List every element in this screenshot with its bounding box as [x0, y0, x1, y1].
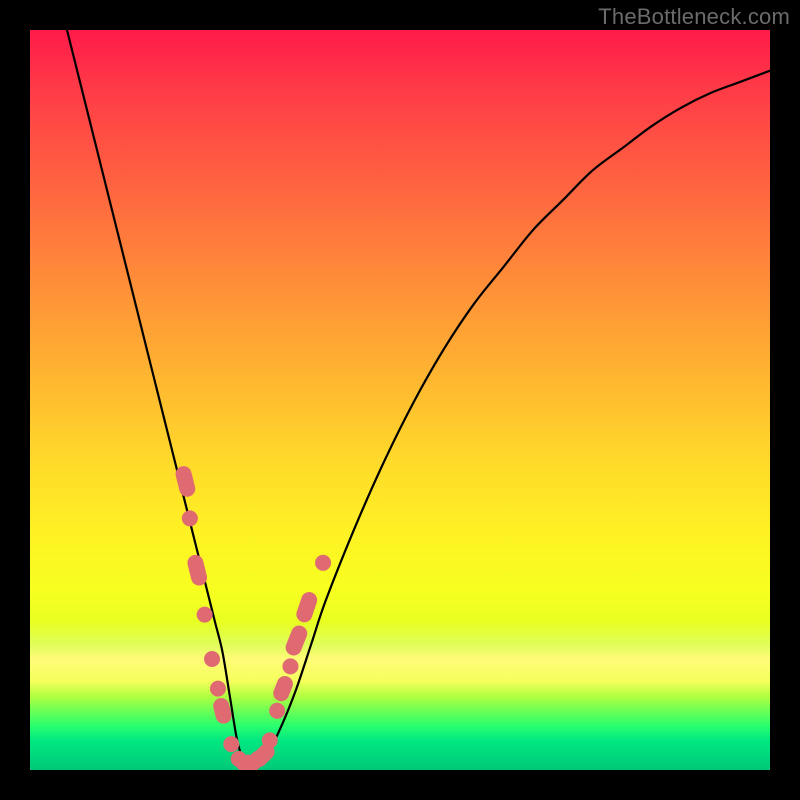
chart-svg [30, 30, 770, 770]
bottleneck-curve [67, 30, 770, 764]
data-marker [282, 658, 298, 674]
data-marker [223, 736, 239, 752]
watermark-text: TheBottleneck.com [598, 4, 790, 30]
data-marker [197, 607, 213, 623]
data-marker [315, 555, 331, 571]
data-marker [204, 651, 220, 667]
plot-area [30, 30, 770, 770]
data-marker [283, 623, 309, 658]
data-marker [182, 510, 198, 526]
data-markers [174, 464, 331, 770]
data-marker [269, 703, 285, 719]
data-marker [294, 590, 319, 625]
data-marker [262, 732, 278, 748]
data-marker [186, 553, 209, 587]
data-marker [210, 681, 226, 697]
chart-frame: TheBottleneck.com [0, 0, 800, 800]
data-marker [174, 464, 197, 498]
